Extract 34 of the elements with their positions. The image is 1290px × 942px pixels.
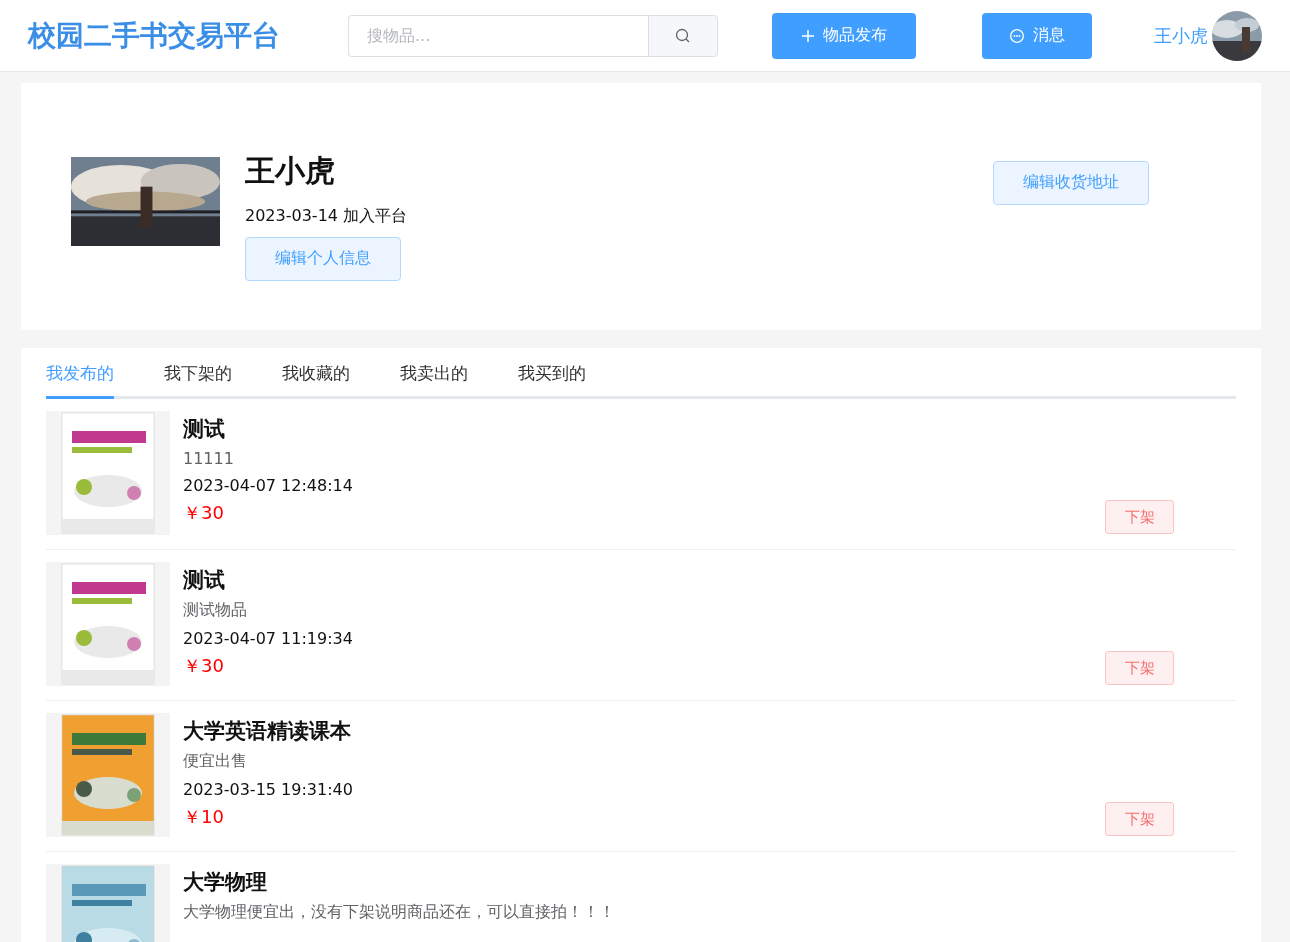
- item-description: 11111: [183, 449, 235, 468]
- tab[interactable]: 我买到的: [518, 348, 586, 399]
- search-icon: [675, 27, 691, 44]
- item-price: ￥30: [183, 654, 225, 678]
- item-description: 大学物理便宜出，没有下架说明商品还在，可以直接拍！！！: [183, 902, 615, 923]
- item-description: 便宜出售: [183, 751, 248, 772]
- unlist-button[interactable]: 下架: [1105, 500, 1174, 534]
- item-description: 测试物品: [183, 600, 248, 621]
- tab[interactable]: 我发布的: [46, 348, 114, 399]
- item-title: 测试: [183, 567, 226, 594]
- edit-profile-button[interactable]: 编辑个人信息: [245, 236, 401, 281]
- item-title: 大学英语精读课本: [183, 718, 352, 745]
- edit-address-button[interactable]: 编辑收货地址: [993, 160, 1149, 205]
- item-price: ￥30: [183, 501, 225, 525]
- item-time: 2023-03-15 19:31:40: [183, 780, 353, 799]
- tab[interactable]: 我下架的: [164, 348, 232, 399]
- site-logo[interactable]: 校园二手书交易平台: [28, 16, 348, 55]
- item-title: 测试: [183, 416, 226, 443]
- tab[interactable]: 我收藏的: [282, 348, 350, 399]
- unlist-button[interactable]: 下架: [1105, 651, 1174, 685]
- tab[interactable]: 我卖出的: [400, 348, 468, 399]
- plus-icon: [801, 28, 815, 43]
- item-title: 大学物理: [183, 869, 268, 896]
- search-field[interactable]: 搜物品...: [348, 14, 648, 57]
- item-time: 2023-04-07 12:48:14: [183, 476, 353, 495]
- item-price: ￥10: [183, 805, 225, 829]
- chat-bubble-icon: [1009, 27, 1025, 44]
- join-date: 2023-03-14 加入平台: [245, 205, 408, 227]
- unlist-button[interactable]: 下架: [1105, 802, 1174, 836]
- item-time: 2023-04-07 11:19:34: [183, 629, 353, 648]
- profile-name: 王小虎: [245, 151, 335, 190]
- user-name[interactable]: 王小虎: [1154, 23, 1208, 48]
- publish-button[interactable]: 物品发布: [772, 12, 916, 59]
- message-button[interactable]: 消息: [982, 12, 1092, 59]
